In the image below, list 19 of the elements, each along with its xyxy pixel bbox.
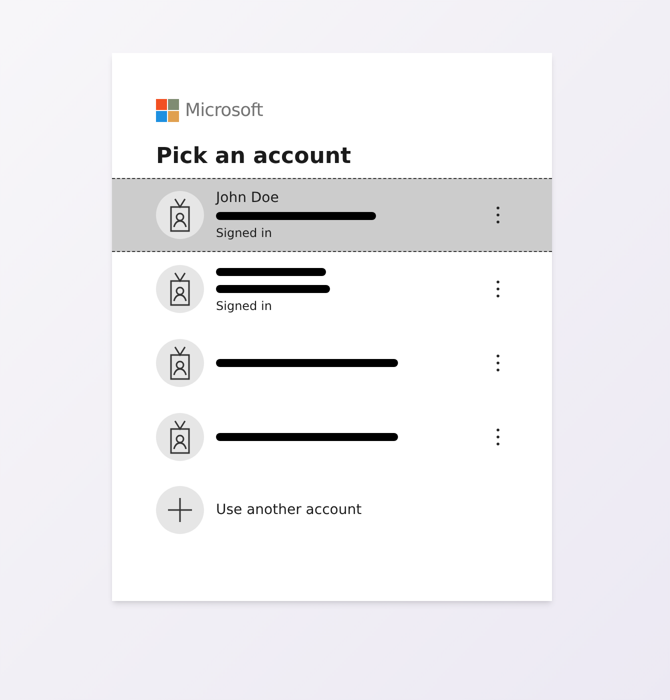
account-badge-icon bbox=[156, 265, 204, 313]
account-option[interactable]: John Doe Signed in bbox=[112, 178, 552, 252]
add-account-option[interactable]: Use another account bbox=[112, 474, 552, 546]
more-options-icon[interactable] bbox=[496, 354, 500, 372]
microsoft-logo-icon bbox=[156, 99, 179, 122]
add-icon bbox=[156, 486, 204, 534]
account-name: John Doe bbox=[216, 189, 280, 207]
page-title: Pick an account bbox=[155, 143, 352, 171]
more-options-icon[interactable] bbox=[496, 206, 500, 224]
account-status: Signed in bbox=[216, 225, 273, 241]
account-badge-icon bbox=[156, 339, 204, 387]
account-option[interactable]: Signed in bbox=[112, 252, 552, 326]
account-badge-icon bbox=[156, 413, 204, 461]
brand-name: Microsoft bbox=[185, 99, 263, 123]
add-account-label: Use another account bbox=[216, 500, 362, 520]
account-badge-icon bbox=[156, 191, 204, 239]
more-options-icon[interactable] bbox=[496, 428, 500, 446]
more-options-icon[interactable] bbox=[496, 280, 500, 298]
account-status: Signed in bbox=[216, 298, 273, 314]
